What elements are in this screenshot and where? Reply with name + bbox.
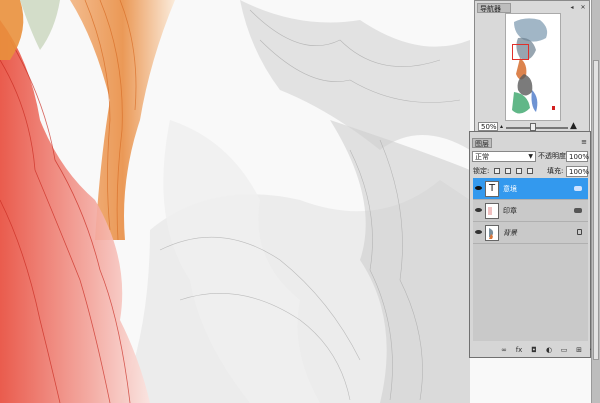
zoom-in-icon[interactable]: ▲ xyxy=(570,121,577,131)
opacity-label: 不透明度: xyxy=(538,152,569,160)
lock-options xyxy=(494,166,533,176)
group-icon[interactable]: ▭ xyxy=(560,346,568,354)
zoom-slider-handle[interactable] xyxy=(530,123,536,131)
fill-field[interactable]: 100% xyxy=(566,166,590,177)
fill-label: 填充: xyxy=(547,167,564,175)
fill-value: 100% xyxy=(569,168,590,176)
layer-row-yijing[interactable]: T 意境 xyxy=(473,178,588,200)
layer-thumbnail xyxy=(485,225,499,241)
lock-label: 锁定: xyxy=(473,167,490,175)
zoom-out-icon[interactable]: ▴ xyxy=(500,123,505,130)
link-icon[interactable]: ∞ xyxy=(500,346,508,354)
layer-style-icon xyxy=(574,208,582,213)
new-layer-icon[interactable]: ⊞ xyxy=(575,346,583,354)
vertical-scrollbar[interactable] xyxy=(591,0,600,403)
close-icon[interactable]: ✕ xyxy=(579,4,587,11)
layers-list: T 意境 印章 背景 xyxy=(473,178,588,341)
lock-transparency-icon[interactable] xyxy=(494,168,500,174)
blend-mode-select[interactable]: 正常 ▼ xyxy=(472,151,536,162)
opacity-value: 100% xyxy=(569,153,590,161)
panel-menu-icon[interactable]: ≡ xyxy=(581,138,587,146)
lock-icon xyxy=(577,229,582,235)
layer-row-yinzhang[interactable]: 印章 xyxy=(473,200,588,222)
layer-name: 背景 xyxy=(503,229,517,237)
scrollbar-thumb[interactable] xyxy=(593,60,599,360)
layers-tab[interactable]: 图层 xyxy=(472,138,492,148)
collapse-icon[interactable]: ◂ xyxy=(568,4,576,11)
eye-icon[interactable] xyxy=(475,185,482,191)
eye-icon[interactable] xyxy=(475,207,482,213)
lock-position-icon[interactable] xyxy=(516,168,522,174)
layer-style-icon xyxy=(574,186,582,191)
text-layer-thumbnail: T xyxy=(485,181,499,197)
navigator-thumbnail[interactable] xyxy=(505,13,561,121)
layer-thumbnail xyxy=(485,203,499,219)
adjustment-icon[interactable]: ◐ xyxy=(545,346,553,354)
navigator-view-box[interactable] xyxy=(512,44,529,60)
zoom-slider-track[interactable] xyxy=(506,127,568,129)
navigator-tab[interactable]: 导航器 xyxy=(477,3,511,13)
eye-icon[interactable] xyxy=(475,229,482,235)
mask-icon[interactable]: ◘ xyxy=(530,346,538,354)
layer-name: 意境 xyxy=(503,185,517,193)
lock-all-icon[interactable] xyxy=(527,168,533,174)
zoom-field[interactable]: 50% xyxy=(478,122,498,131)
opacity-field[interactable]: 100% xyxy=(566,151,590,162)
layers-footer: ∞ fx ◘ ◐ ▭ ⊞ ⌫ xyxy=(500,346,600,354)
blend-mode-value: 正常 xyxy=(475,153,489,161)
layers-panel: 图层 ≡ 正常 ▼ 不透明度: 100% 锁定: 填充: 100% T 意境 印… xyxy=(469,131,600,358)
fx-icon[interactable]: fx xyxy=(515,346,523,354)
navigator-panel: 导航器 ◂ ✕ 50% ▴ ▲ xyxy=(474,0,590,132)
chevron-down-icon: ▼ xyxy=(528,153,533,160)
layer-name: 印章 xyxy=(503,207,517,215)
lock-image-icon[interactable] xyxy=(505,168,511,174)
layer-row-beijing[interactable]: 背景 xyxy=(473,222,588,244)
